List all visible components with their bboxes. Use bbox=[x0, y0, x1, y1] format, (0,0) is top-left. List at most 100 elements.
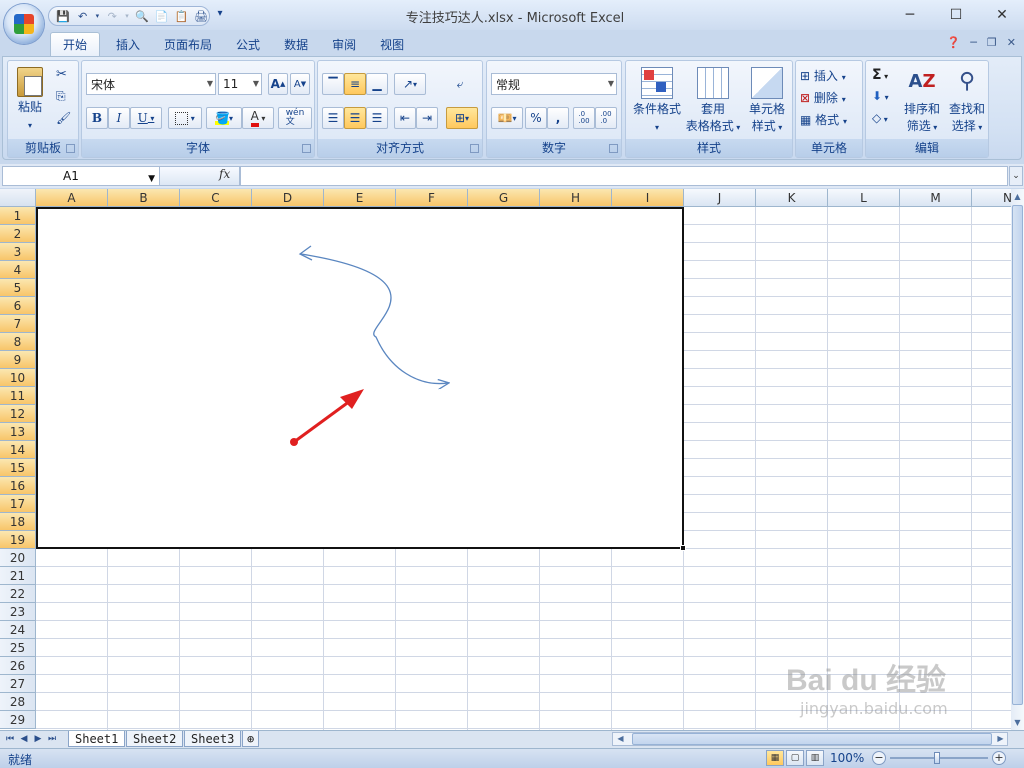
row-header-8[interactable]: 8 bbox=[0, 333, 36, 351]
copy-icon[interactable]: ⎘ bbox=[56, 89, 66, 104]
row-header-7[interactable]: 7 bbox=[0, 315, 36, 333]
horizontal-scroll-thumb[interactable] bbox=[632, 733, 992, 745]
column-header-h[interactable]: H bbox=[540, 189, 612, 207]
fill-color-button[interactable]: 🪣 ▾ bbox=[206, 107, 242, 129]
comma-button[interactable]: , bbox=[547, 107, 569, 129]
percent-button[interactable]: % bbox=[525, 107, 547, 129]
insert-function-icon[interactable]: fx bbox=[219, 167, 230, 181]
drawing-canvas[interactable] bbox=[36, 207, 684, 549]
column-header-a[interactable]: A bbox=[36, 189, 108, 207]
row-header-19[interactable]: 19 bbox=[0, 531, 36, 549]
red-arrow-shaft[interactable] bbox=[293, 399, 351, 444]
underline-button[interactable]: U ▾ bbox=[130, 107, 162, 129]
last-sheet-icon[interactable]: ⏭ bbox=[46, 732, 58, 746]
workbook-close-icon[interactable]: ✕ bbox=[1007, 36, 1016, 49]
new-document-icon[interactable]: 📄 bbox=[154, 9, 170, 23]
column-header-i[interactable]: I bbox=[612, 189, 684, 207]
bold-button[interactable]: B bbox=[86, 107, 108, 129]
normal-view-icon[interactable]: ▦ bbox=[766, 750, 784, 766]
orientation-button[interactable]: ↗ ▾ bbox=[394, 73, 426, 95]
insert-cells-button[interactable]: ⊞ 插入 ▾ bbox=[800, 67, 846, 84]
help-icon[interactable]: ❓ bbox=[947, 36, 961, 49]
prev-sheet-icon[interactable]: ◀ bbox=[18, 732, 30, 746]
row-header-16[interactable]: 16 bbox=[0, 477, 36, 495]
next-sheet-icon[interactable]: ▶ bbox=[32, 732, 44, 746]
row-header-14[interactable]: 14 bbox=[0, 441, 36, 459]
grow-font-button[interactable]: A ▲ bbox=[268, 73, 288, 95]
sheet-tab-3[interactable]: Sheet3 bbox=[184, 731, 242, 747]
conditional-formatting-button[interactable]: 条件格式 ▾ bbox=[628, 65, 686, 136]
print-icon[interactable]: 🖨 bbox=[193, 9, 209, 23]
open-icon[interactable]: 📋 bbox=[173, 9, 189, 23]
alignment-launcher-icon[interactable] bbox=[470, 144, 479, 153]
formula-input[interactable] bbox=[240, 166, 1008, 186]
clipboard-launcher-icon[interactable] bbox=[66, 144, 75, 153]
accounting-format-button[interactable]: 💴 ▾ bbox=[491, 107, 523, 129]
column-header-f[interactable]: F bbox=[396, 189, 468, 207]
italic-button[interactable]: I bbox=[108, 107, 130, 129]
align-right-button[interactable]: ☰ bbox=[366, 107, 388, 129]
font-launcher-icon[interactable] bbox=[302, 144, 311, 153]
zoom-out-icon[interactable]: − bbox=[872, 751, 886, 765]
shrink-font-button[interactable]: A ▼ bbox=[290, 73, 310, 95]
redo-dropdown-icon[interactable]: ▾ bbox=[124, 9, 130, 23]
undo-icon[interactable]: ↶ bbox=[75, 9, 91, 23]
column-header-k[interactable]: K bbox=[756, 189, 828, 207]
row-header-20[interactable]: 20 bbox=[0, 549, 36, 567]
column-header-g[interactable]: G bbox=[468, 189, 540, 207]
column-header-m[interactable]: M bbox=[900, 189, 972, 207]
wrap-text-button[interactable]: ⤶ bbox=[448, 73, 472, 95]
name-box[interactable]: A1 ▼ bbox=[2, 166, 160, 186]
find-select-button[interactable]: ⚲ 查找和 选择 ▾ bbox=[944, 65, 990, 136]
row-header-27[interactable]: 27 bbox=[0, 675, 36, 693]
font-name-combobox[interactable]: 宋体 ▼ bbox=[86, 73, 216, 95]
row-header-4[interactable]: 4 bbox=[0, 261, 36, 279]
tab-formulas[interactable]: 公式 bbox=[224, 32, 272, 56]
align-middle-button[interactable]: ≡ bbox=[344, 73, 366, 95]
row-header-13[interactable]: 13 bbox=[0, 423, 36, 441]
tab-review[interactable]: 审阅 bbox=[320, 32, 368, 56]
row-header-23[interactable]: 23 bbox=[0, 603, 36, 621]
column-header-e[interactable]: E bbox=[324, 189, 396, 207]
increase-decimal-button[interactable]: .0 .00 bbox=[573, 107, 595, 129]
close-button[interactable]: ✕ bbox=[980, 2, 1024, 28]
cell-styles-button[interactable]: 单元格 样式 ▾ bbox=[740, 65, 794, 136]
row-header-2[interactable]: 2 bbox=[0, 225, 36, 243]
align-center-button[interactable]: ☰ bbox=[344, 107, 366, 129]
decrease-indent-button[interactable]: ⇤ bbox=[394, 107, 416, 129]
sort-filter-button[interactable]: AZ 排序和 筛选 ▾ bbox=[900, 65, 944, 136]
autosum-button[interactable]: Σ ▾ bbox=[872, 67, 888, 83]
row-header-26[interactable]: 26 bbox=[0, 657, 36, 675]
fill-handle[interactable] bbox=[680, 545, 686, 551]
zoom-in-icon[interactable]: + bbox=[992, 751, 1006, 765]
row-header-9[interactable]: 9 bbox=[0, 351, 36, 369]
number-launcher-icon[interactable] bbox=[609, 144, 618, 153]
workbook-minimize-icon[interactable]: ─ bbox=[970, 36, 977, 49]
print-preview-icon[interactable]: 🔍 bbox=[134, 9, 150, 23]
row-header-29[interactable]: 29 bbox=[0, 711, 36, 729]
row-header-18[interactable]: 18 bbox=[0, 513, 36, 531]
increase-indent-button[interactable]: ⇥ bbox=[416, 107, 438, 129]
phonetic-button[interactable]: wén 文 bbox=[278, 107, 312, 129]
insert-sheet-button[interactable]: ⊕ bbox=[242, 731, 260, 747]
row-header-28[interactable]: 28 bbox=[0, 693, 36, 711]
row-header-6[interactable]: 6 bbox=[0, 297, 36, 315]
row-header-11[interactable]: 11 bbox=[0, 387, 36, 405]
select-all-corner[interactable] bbox=[0, 189, 36, 207]
align-left-button[interactable]: ☰ bbox=[322, 107, 344, 129]
curved-double-arrow[interactable] bbox=[300, 253, 448, 384]
maximize-button[interactable]: ☐ bbox=[934, 2, 978, 28]
merge-center-button[interactable]: ⊞ ▾ bbox=[446, 107, 478, 129]
tab-home[interactable]: 开始 bbox=[50, 32, 101, 56]
row-header-1[interactable]: 1 bbox=[0, 207, 36, 225]
column-header-l[interactable]: L bbox=[828, 189, 900, 207]
tab-view[interactable]: 视图 bbox=[368, 32, 416, 56]
vertical-scroll-thumb[interactable] bbox=[1012, 205, 1023, 705]
tab-insert[interactable]: 插入 bbox=[104, 32, 152, 56]
redo-icon[interactable]: ↷ bbox=[104, 9, 120, 23]
align-bottom-button[interactable]: ▁ bbox=[366, 73, 388, 95]
sheet-tab-2[interactable]: Sheet2 bbox=[126, 731, 184, 747]
font-size-combobox[interactable]: 11 ▼ bbox=[218, 73, 262, 95]
scroll-down-icon[interactable]: ▼ bbox=[1011, 716, 1024, 730]
column-header-b[interactable]: B bbox=[108, 189, 180, 207]
